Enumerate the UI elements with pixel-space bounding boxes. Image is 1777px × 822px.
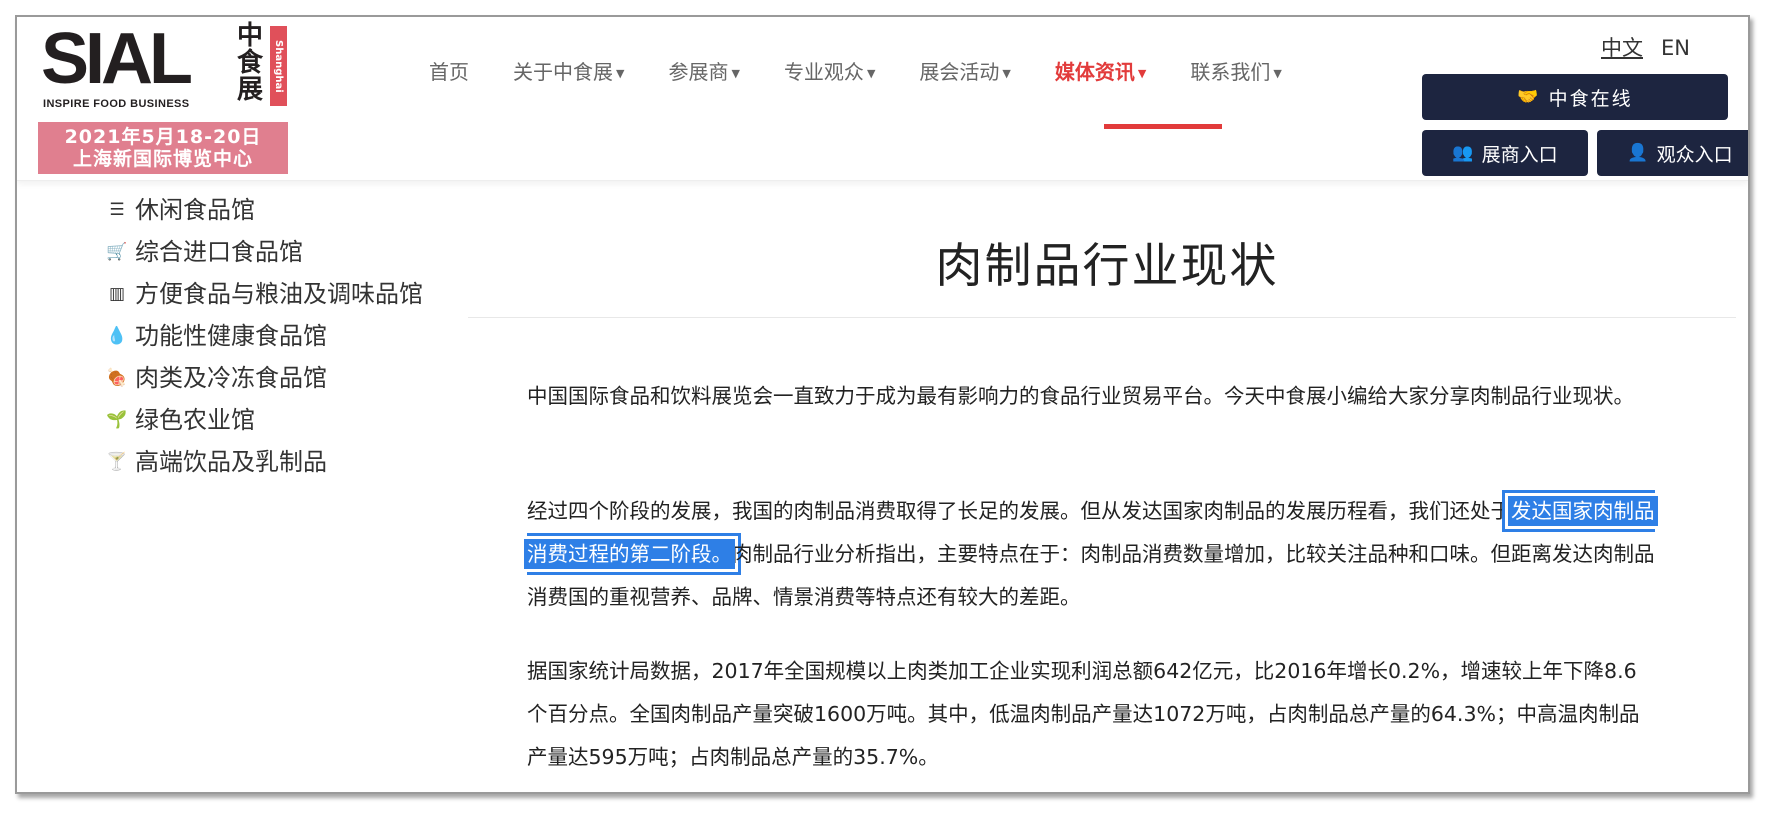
language-switcher: 中文 EN — [1601, 32, 1708, 62]
lang-cn-link[interactable]: 中文 — [1601, 36, 1643, 60]
sidebar-item-health[interactable]: 💧 功能性健康食品馆 — [99, 315, 444, 357]
event-venue: 上海新国际博览中心 — [72, 148, 253, 170]
caret-down-icon: ▼ — [616, 67, 625, 80]
users-icon: 👥 — [1452, 143, 1474, 163]
handshake-icon: 🤝 — [1517, 87, 1541, 107]
browser-page: SIAL INSPIRE FOOD BUSINESS 中食展 Shanghai … — [15, 15, 1750, 794]
pavilion-sidebar: ☰ 休闲食品馆 🛒 综合进口食品馆 ▥ 方便食品与粮油及调味品馆 💧 功能性健康… — [99, 189, 444, 483]
caret-down-icon: ▼ — [731, 67, 740, 80]
nav-events[interactable]: 展会活动 ▼ — [897, 52, 1032, 92]
nav-exhibitors[interactable]: 参展商 ▼ — [646, 52, 761, 92]
event-date-banner: 2021年5月18-20日 上海新国际博览中心 — [38, 122, 288, 174]
title-divider — [468, 317, 1736, 318]
cart-icon: 🛒 — [106, 242, 128, 262]
nav-label: 联系我们 — [1190, 60, 1271, 84]
visitor-entry-button[interactable]: 👤 观众入口 — [1597, 130, 1748, 176]
sidebar-item-beverages[interactable]: 🍸 高端饮品及乳制品 — [99, 441, 444, 483]
sidebar-item-label: 综合进口食品馆 — [135, 238, 303, 266]
nav-label: 专业观众 — [783, 60, 864, 84]
caret-down-icon: ▼ — [1137, 67, 1147, 80]
nav-home[interactable]: 首页 — [407, 52, 491, 92]
event-date: 2021年5月18-20日 — [64, 126, 262, 148]
nav-label: 参展商 — [668, 60, 729, 84]
sidebar-item-label: 功能性健康食品馆 — [135, 322, 327, 350]
sidebar-item-label: 休闲食品馆 — [135, 196, 255, 224]
logo-city: Shanghai — [270, 26, 287, 106]
user-plus-icon: 👤 — [1627, 143, 1649, 163]
sidebar-item-agriculture[interactable]: 🌱 绿色农业馆 — [99, 399, 444, 441]
nav-about[interactable]: 关于中食展 ▼ — [491, 52, 646, 92]
sprout-icon: 🌱 — [106, 410, 128, 430]
sidebar-item-label: 绿色农业馆 — [135, 406, 255, 434]
caret-down-icon: ▼ — [1002, 67, 1011, 80]
sidebar-item-label: 高端饮品及乳制品 — [135, 448, 327, 476]
online-platform-button[interactable]: 🤝 中食在线 — [1422, 74, 1728, 120]
article-paragraph-3: 据国家统计局数据，2017年全国规模以上肉类加工企业实现利润总额642亿元，比2… — [527, 659, 1640, 769]
article-title: 肉制品行业现状 — [935, 239, 1279, 294]
nav-label: 展会活动 — [919, 60, 1000, 84]
site-logo[interactable]: SIAL INSPIRE FOOD BUSINESS 中食展 Shanghai … — [27, 19, 288, 176]
nav-visitors[interactable]: 专业观众 ▼ — [762, 52, 897, 92]
nav-active-indicator — [1104, 124, 1222, 129]
article-paragraph-1: 中国国际食品和饮料展览会一直致力于成为最有影响力的食品行业贸易平台。今天中食展小… — [527, 384, 1634, 408]
burger-icon: ☰ — [109, 200, 125, 220]
cocktail-icon: 🍸 — [106, 452, 128, 472]
drop-icon: 💧 — [106, 326, 128, 346]
paragraph-text: 经过四个阶段的发展，我国的肉制品消费取得了长足的发展。但从发达国家肉制品的发展历… — [527, 499, 1511, 523]
lang-en-link[interactable]: EN — [1661, 36, 1690, 60]
nav-label: 首页 — [429, 60, 469, 84]
site-header: SIAL INSPIRE FOOD BUSINESS 中食展 Shanghai … — [17, 17, 1748, 181]
bottles-icon: ▥ — [108, 284, 126, 304]
nav-media[interactable]: 媒体资讯 ▼ — [1033, 52, 1168, 92]
nav-label: 关于中食展 — [513, 60, 613, 84]
sidebar-item-meat[interactable]: 🍖 肉类及冷冻食品馆 — [99, 357, 444, 399]
sidebar-item-imported[interactable]: 🛒 综合进口食品馆 — [99, 231, 444, 273]
caret-down-icon: ▼ — [866, 67, 876, 80]
article-paragraph-2: 经过四个阶段的发展，我国的肉制品消费取得了长足的发展。但从发达国家肉制品的发展历… — [524, 490, 1658, 619]
sidebar-item-convenience[interactable]: ▥ 方便食品与粮油及调味品馆 — [99, 273, 444, 315]
button-label: 展商入口 — [1481, 143, 1558, 166]
logo-tagline: INSPIRE FOOD BUSINESS — [43, 98, 190, 110]
main-nav: 首页 关于中食展 ▼ 参展商 ▼ 专业观众 ▼ 展会活动 ▼ 媒体资讯 ▼ 联系我们 ▼ — [407, 52, 1304, 92]
logo-brand: SIAL — [41, 19, 193, 99]
sidebar-item-label: 方便食品与粮油及调味品馆 — [135, 280, 423, 308]
logo-cn-name: 中食展 — [236, 21, 263, 105]
button-label: 观众入口 — [1656, 143, 1733, 166]
nav-label: 媒体资讯 — [1054, 60, 1135, 84]
sidebar-item-snacks[interactable]: ☰ 休闲食品馆 — [99, 189, 444, 231]
button-label: 中食在线 — [1548, 87, 1633, 110]
exhibitor-entry-button[interactable]: 👥 展商入口 — [1422, 130, 1588, 176]
nav-contact[interactable]: 联系我们 ▼ — [1168, 52, 1303, 92]
meat-icon: 🍖 — [106, 368, 128, 388]
caret-down-icon: ▼ — [1273, 67, 1282, 80]
sidebar-item-label: 肉类及冷冻食品馆 — [135, 364, 327, 392]
